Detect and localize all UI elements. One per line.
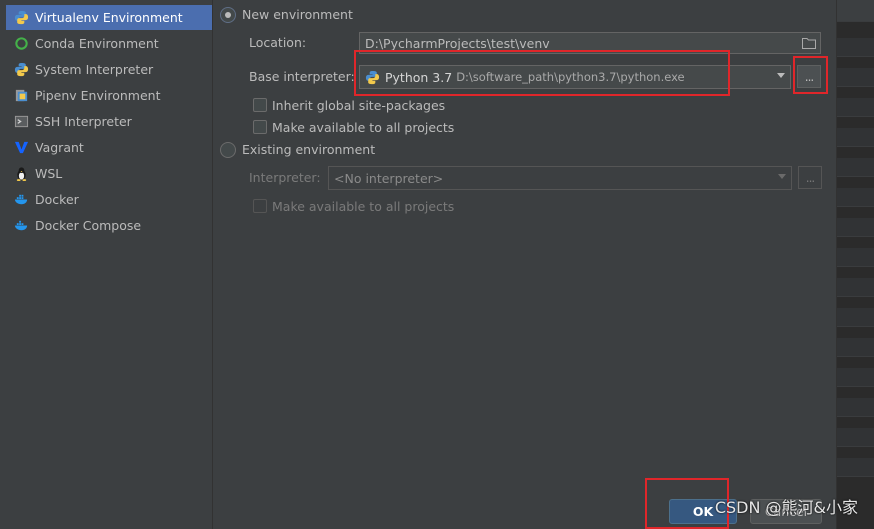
- existing-environment-radio[interactable]: [220, 142, 236, 158]
- sidebar-item-ssh[interactable]: SSH Interpreter: [6, 109, 212, 134]
- pipenv-icon: [14, 88, 29, 103]
- inherit-site-packages-checkbox[interactable]: [253, 98, 267, 112]
- docker-compose-icon: [14, 218, 29, 233]
- make-available-label: Make available to all projects: [272, 120, 455, 135]
- docker-icon: [14, 192, 29, 207]
- inherit-site-packages-label: Inherit global site-packages: [272, 98, 446, 113]
- ssh-terminal-icon: [14, 114, 29, 129]
- sidebar-item-label: Docker: [35, 192, 79, 207]
- existing-make-available-checkbox[interactable]: [253, 199, 267, 213]
- chevron-down-icon: [778, 174, 786, 179]
- sidebar-item-docker[interactable]: Docker: [6, 187, 212, 212]
- interpreter-type-sidebar: Virtualenv Environment Conda Environment…: [0, 0, 213, 529]
- interpreter-label: Interpreter:: [249, 170, 321, 185]
- sidebar-item-conda[interactable]: Conda Environment: [6, 31, 212, 56]
- existing-interpreter-combo[interactable]: <No interpreter>: [328, 166, 792, 190]
- location-value: D:\PycharmProjects\test\venv: [365, 35, 550, 51]
- python-icon: [14, 62, 29, 77]
- sidebar-item-docker-compose[interactable]: Docker Compose: [6, 213, 212, 238]
- sidebar-item-vagrant[interactable]: Vagrant: [6, 135, 212, 160]
- highlight-box-browse-button: [793, 56, 828, 94]
- make-available-checkbox[interactable]: [253, 120, 267, 134]
- existing-environment-label: Existing environment: [242, 142, 376, 157]
- highlight-box-base-interpreter: [354, 50, 730, 96]
- python-venv-icon: [14, 10, 29, 25]
- base-interpreter-label: Base interpreter:: [249, 69, 355, 84]
- sidebar-item-pipenv[interactable]: Pipenv Environment: [6, 83, 212, 108]
- new-environment-label: New environment: [242, 7, 353, 22]
- existing-interpreter-value: <No interpreter>: [334, 170, 444, 186]
- new-environment-radio[interactable]: [220, 7, 236, 23]
- sidebar-item-label: Docker Compose: [35, 218, 142, 233]
- chevron-down-icon: [777, 73, 785, 78]
- sidebar-item-label: WSL: [35, 166, 63, 181]
- background-window-strip: [836, 0, 874, 529]
- existing-make-available-label: Make available to all projects: [272, 199, 455, 214]
- watermark-text: CSDN @熊河&小家: [714, 498, 858, 517]
- sidebar-item-label: SSH Interpreter: [35, 114, 132, 129]
- location-label: Location:: [249, 35, 307, 50]
- sidebar-item-label: Vagrant: [35, 140, 84, 155]
- sidebar-item-wsl[interactable]: WSL: [6, 161, 212, 186]
- folder-browse-icon[interactable]: [802, 37, 816, 49]
- sidebar-item-label: System Interpreter: [35, 62, 154, 77]
- browse-existing-interpreter-button[interactable]: ...: [798, 166, 822, 189]
- sidebar-item-label: Virtualenv Environment: [35, 10, 183, 25]
- sidebar-item-label: Pipenv Environment: [35, 88, 161, 103]
- sidebar-item-virtualenv[interactable]: Virtualenv Environment: [6, 5, 212, 30]
- conda-icon: [14, 36, 29, 51]
- sidebar-item-label: Conda Environment: [35, 36, 159, 51]
- vagrant-icon: [14, 140, 29, 155]
- linux-penguin-icon: [14, 166, 29, 181]
- sidebar-item-system-interpreter[interactable]: System Interpreter: [6, 57, 212, 82]
